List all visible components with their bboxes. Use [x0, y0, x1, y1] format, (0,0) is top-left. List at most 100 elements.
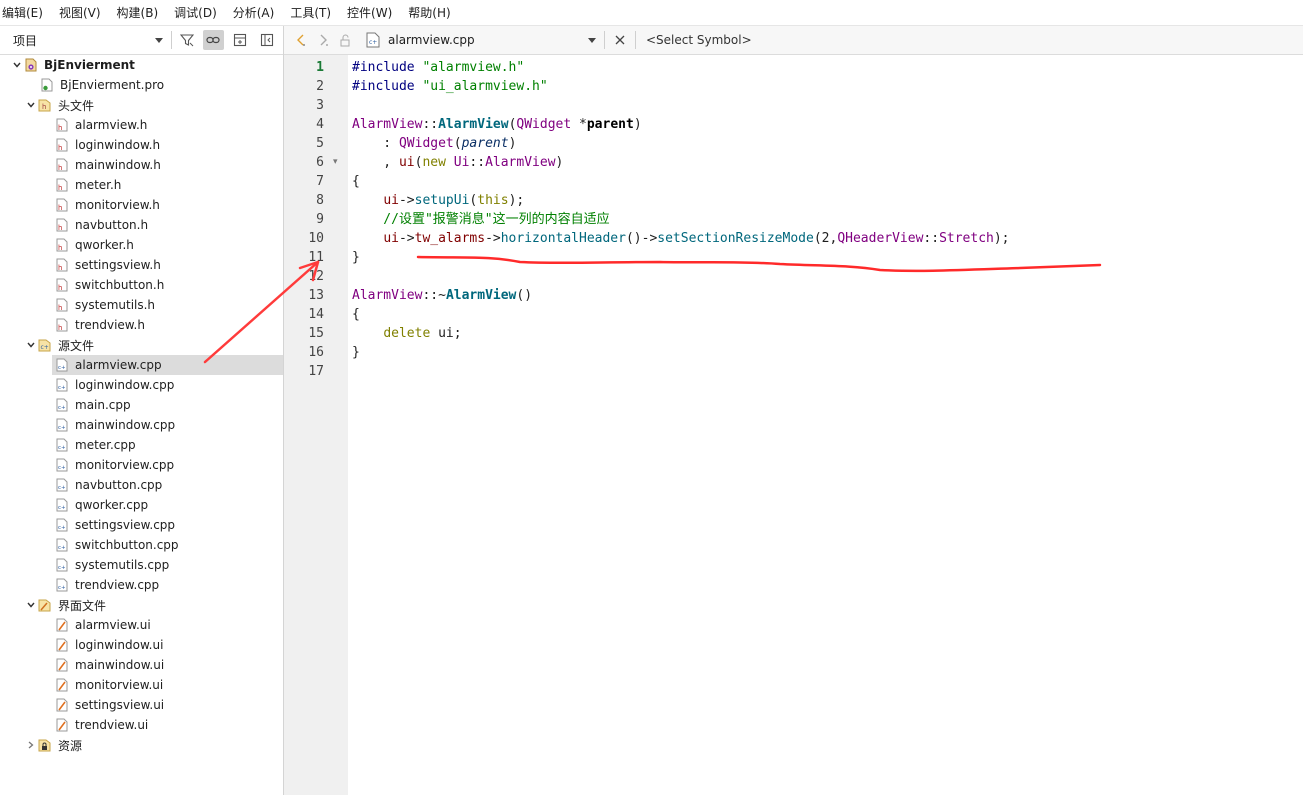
- line-number: 1: [316, 60, 324, 75]
- tree-file-item[interactable]: monitorview.ui: [0, 675, 283, 695]
- close-file-button[interactable]: [609, 29, 631, 51]
- tree-file-item[interactable]: h mainwindow.h: [0, 155, 283, 175]
- menu-item[interactable]: 视图(V): [57, 4, 109, 21]
- tree-file-item[interactable]: h settingsview.h: [0, 255, 283, 275]
- tree-file-item[interactable]: h qworker.h: [0, 235, 283, 255]
- code-token: *: [571, 117, 587, 132]
- menu-item[interactable]: 调试(D): [172, 4, 225, 21]
- menu-item[interactable]: 帮助(H): [406, 4, 458, 21]
- tree-forms-folder[interactable]: 界面文件: [0, 595, 283, 615]
- line-number: 3: [316, 98, 324, 113]
- tree-file-item[interactable]: c+ settingsview.cpp: [0, 515, 283, 535]
- menu-item[interactable]: 构建(B): [115, 4, 167, 21]
- tree-file-label: systemutils.h: [75, 298, 156, 312]
- line-number: 10: [308, 231, 324, 246]
- chevron-down-icon[interactable]: [24, 338, 38, 352]
- tree-file-item[interactable]: c+ navbutton.cpp: [0, 475, 283, 495]
- tree-file-label: settingsview.h: [75, 258, 161, 272]
- tree-file-label: trendview.cpp: [75, 578, 160, 592]
- cpp-file-icon: c+: [55, 478, 69, 493]
- menu-item[interactable]: 控件(W): [345, 4, 400, 21]
- svg-text:h: h: [58, 124, 62, 132]
- menu-item[interactable]: 编辑(E): [0, 4, 51, 21]
- code-token: ::~: [422, 288, 446, 303]
- line-number: 2: [316, 79, 324, 94]
- ui-file-icon: [55, 638, 69, 653]
- code-token: AlarmView: [445, 288, 517, 303]
- project-tree: BjEnvierment BjEnvierment.pro h 头文件 h ala…: [0, 55, 283, 755]
- tree-file-label: alarmview.h: [75, 118, 148, 132]
- chevron-down-icon[interactable]: [24, 598, 38, 612]
- code-area[interactable]: #include "alarmview.h" #include "ui_alar…: [352, 55, 1303, 795]
- tree-headers-folder[interactable]: h 头文件: [0, 95, 283, 115]
- symbol-selector[interactable]: <Select Symbol>: [646, 33, 752, 47]
- lock-button[interactable]: [334, 29, 356, 51]
- code-line-4: AlarmView::AlarmView(QWidget *parent): [352, 115, 642, 134]
- chevron-down-icon[interactable]: [10, 58, 24, 72]
- tree-file-item[interactable]: c+ mainwindow.cpp: [0, 415, 283, 435]
- sync-link-button[interactable]: [202, 30, 225, 50]
- tree-file-item[interactable]: c+ switchbutton.cpp: [0, 535, 283, 555]
- tree-file-item[interactable]: c+ loginwindow.cpp: [0, 375, 283, 395]
- tree-file-item[interactable]: h loginwindow.h: [0, 135, 283, 155]
- tree-file-item[interactable]: mainwindow.ui: [0, 655, 283, 675]
- fold-marker-icon[interactable]: ▾: [333, 153, 338, 172]
- code-token: ->: [485, 231, 501, 246]
- back-button[interactable]: [290, 29, 312, 51]
- cpp-file-icon: c+: [55, 438, 69, 453]
- menu-item[interactable]: 工具(T): [288, 4, 339, 21]
- tree-file-item[interactable]: h meter.h: [0, 175, 283, 195]
- split-button[interactable]: [229, 30, 251, 50]
- tree-file-item[interactable]: trendview.ui: [0, 715, 283, 735]
- chevron-left-icon: [297, 34, 305, 46]
- code-token: AlarmView: [352, 288, 423, 303]
- tree-file-item[interactable]: settingsview.ui: [0, 695, 283, 715]
- code-token: );: [508, 193, 525, 208]
- svg-text:h: h: [58, 304, 62, 312]
- chevron-right-icon: [320, 34, 328, 46]
- open-file-name: alarmview.cpp: [388, 33, 475, 47]
- toolbar-divider: [170, 31, 172, 49]
- code-line-14: {: [352, 307, 360, 322]
- view-combo[interactable]: 项目: [8, 29, 167, 51]
- tree-file-item[interactable]: c+ main.cpp: [0, 395, 283, 415]
- tree-pro-file[interactable]: BjEnvierment.pro: [0, 75, 283, 95]
- tree-file-label: qworker.h: [75, 238, 134, 252]
- svg-text:c+: c+: [58, 365, 66, 371]
- tree-file-item[interactable]: c+ trendview.cpp: [0, 575, 283, 595]
- filter-button[interactable]: [176, 30, 198, 50]
- open-file-combo[interactable]: c+ alarmview.cpp: [360, 29, 600, 51]
- tree-file-item[interactable]: c+ meter.cpp: [0, 435, 283, 455]
- code-token: ui: [383, 231, 399, 246]
- close-sidebar-button[interactable]: [256, 30, 278, 50]
- tree-file-item[interactable]: h switchbutton.h: [0, 275, 283, 295]
- tree-file-item[interactable]: h navbutton.h: [0, 215, 283, 235]
- tree-file-item[interactable]: h trendview.h: [0, 315, 283, 335]
- tree-file-item[interactable]: h monitorview.h: [0, 195, 283, 215]
- tree-project-root[interactable]: BjEnvierment: [0, 55, 283, 75]
- tree-file-item[interactable]: alarmview.ui: [0, 615, 283, 635]
- forward-button[interactable]: [312, 29, 334, 51]
- line-number: 16: [308, 345, 324, 360]
- svg-text:h: h: [58, 144, 62, 152]
- tree-file-item[interactable]: h systemutils.h: [0, 295, 283, 315]
- tree-file-item[interactable]: loginwindow.ui: [0, 635, 283, 655]
- tree-resources-folder[interactable]: 资源: [0, 735, 283, 755]
- cpp-file-icon: c+: [55, 538, 69, 553]
- chevron-down-icon[interactable]: [24, 98, 38, 112]
- tree-file-item[interactable]: h alarmview.h: [0, 115, 283, 135]
- tree-file-item[interactable]: c+ qworker.cpp: [0, 495, 283, 515]
- svg-text:h: h: [58, 224, 62, 232]
- close-icon: [615, 35, 625, 45]
- tree-file-item[interactable]: c+ monitorview.cpp: [0, 455, 283, 475]
- code-token: setSectionResizeMode: [657, 231, 814, 246]
- code-token: "ui_alarmview.h": [422, 79, 548, 94]
- tree-sources-folder[interactable]: c+ 源文件: [0, 335, 283, 355]
- chevron-right-icon[interactable]: [24, 738, 38, 752]
- tree-file-item[interactable]: c+ alarmview.cpp: [52, 355, 283, 375]
- header-file-icon: h: [55, 258, 69, 273]
- menu-item[interactable]: 分析(A): [231, 4, 283, 21]
- svg-text:c+: c+: [58, 385, 66, 391]
- unlock-icon: [340, 34, 350, 47]
- tree-file-item[interactable]: c+ systemutils.cpp: [0, 555, 283, 575]
